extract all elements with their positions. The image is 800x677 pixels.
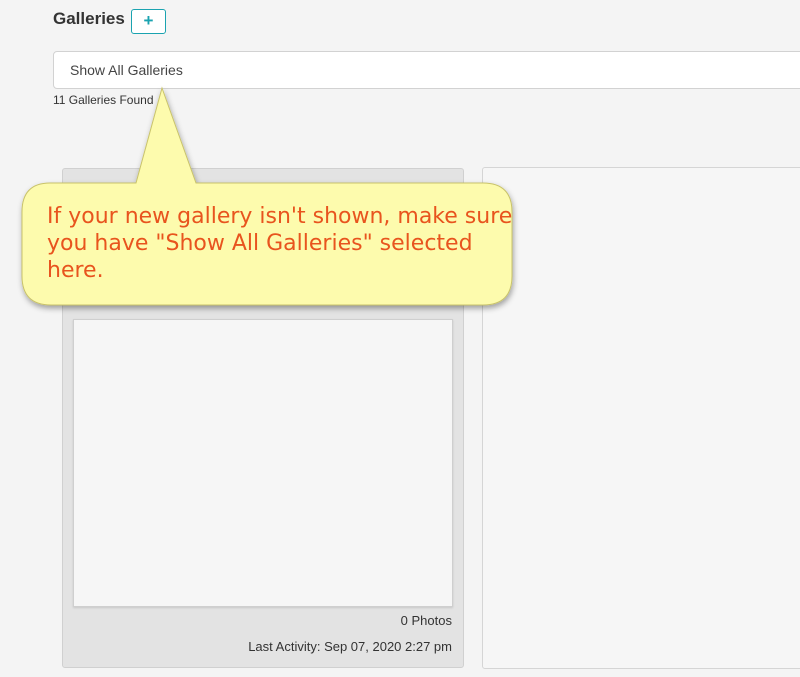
gallery-thumbnail[interactable]	[73, 319, 453, 607]
add-gallery-button[interactable]: +	[131, 9, 166, 34]
gallery-last-activity: Last Activity: Sep 07, 2020 2:27 pm	[248, 639, 452, 654]
page-title: Galleries	[53, 9, 125, 28]
gallery-photo-count: 0 Photos	[400, 613, 452, 628]
gallery-filter-select[interactable]: Show All Galleries	[53, 51, 800, 89]
gallery-card[interactable]: 0 Photos Last Activity: Sep 07, 2020 2:2…	[62, 168, 464, 668]
galleries-count: 11 Galleries Found	[53, 93, 154, 107]
galleries-page: Galleries + Show All Galleries 11 Galler…	[0, 0, 800, 677]
gallery-card-2[interactable]	[482, 167, 800, 669]
